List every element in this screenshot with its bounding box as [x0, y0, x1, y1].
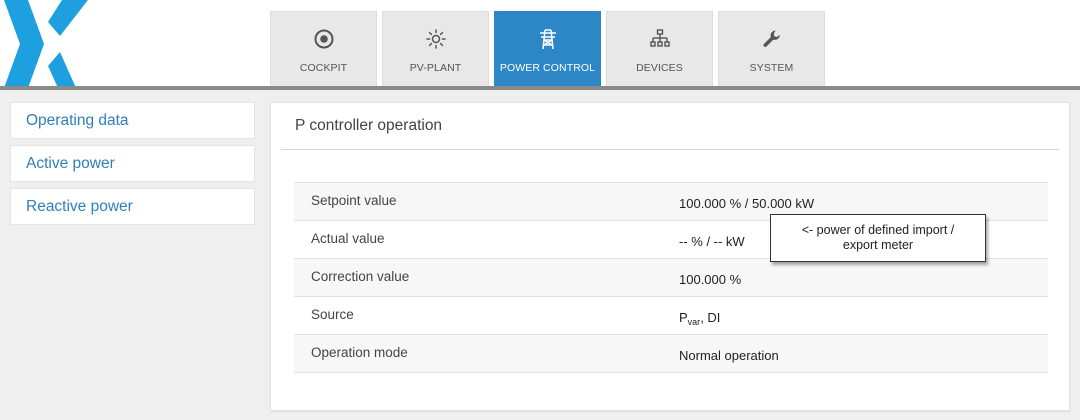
header-divider — [0, 86, 1080, 90]
sun-icon — [425, 28, 447, 50]
tab-label: POWER CONTROL — [499, 62, 596, 74]
top-bar: COCKPIT PV-PLANT POWER CONTROL DEVICES S… — [0, 0, 1080, 88]
source-rest: , DI — [700, 310, 721, 325]
page-title: P controller operation — [295, 117, 443, 134]
brand-logo-icon — [4, 0, 88, 88]
network-icon — [649, 28, 671, 50]
row-value: Normal operation — [679, 348, 779, 363]
row-value: Pvar, DI — [679, 310, 720, 327]
row-label: Setpoint value — [311, 193, 397, 208]
tab-system[interactable]: SYSTEM — [718, 11, 825, 87]
tab-power-control[interactable]: POWER CONTROL — [494, 11, 601, 87]
table-row: Operation mode Normal operation — [294, 335, 1048, 373]
callout-line-1: <- power of defined import / — [801, 223, 955, 237]
table-row: Source Pvar, DI — [294, 297, 1048, 335]
row-label: Operation mode — [311, 345, 408, 360]
tab-devices[interactable]: DEVICES — [606, 11, 713, 87]
controller-table: Setpoint value 100.000 % / 50.000 kW Act… — [294, 182, 1048, 373]
sidebar-item-active-power[interactable]: Active power — [10, 145, 255, 182]
source-main: P — [679, 310, 688, 325]
sidebar-item-reactive-power[interactable]: Reactive power — [10, 188, 255, 225]
tab-label: SYSTEM — [749, 62, 794, 74]
wrench-icon — [761, 28, 783, 50]
transmission-tower-icon — [537, 28, 559, 50]
row-value: -- % / -- kW — [679, 234, 745, 249]
annotation-callout: <- power of defined import / export mete… — [770, 214, 986, 262]
tab-label: COCKPIT — [299, 62, 348, 74]
tab-label: PV-PLANT — [409, 62, 462, 74]
divider — [281, 149, 1059, 150]
row-label: Correction value — [311, 269, 410, 284]
callout-line-2: export meter — [842, 238, 914, 252]
tab-pv-plant[interactable]: PV-PLANT — [382, 11, 489, 87]
tab-label: DEVICES — [636, 62, 683, 74]
row-value: 100.000 % — [679, 272, 742, 287]
target-icon — [313, 28, 335, 50]
table-row: Correction value 100.000 % — [294, 259, 1048, 297]
sidebar-item-operating-data[interactable]: Operating data — [10, 102, 255, 139]
row-label: Actual value — [311, 231, 385, 246]
sidebar: Operating data Active power Reactive pow… — [10, 102, 255, 231]
source-subscript: var — [687, 317, 701, 327]
row-label: Source — [311, 307, 354, 322]
row-value: 100.000 % / 50.000 kW — [679, 196, 815, 211]
tab-cockpit[interactable]: COCKPIT — [270, 11, 377, 87]
